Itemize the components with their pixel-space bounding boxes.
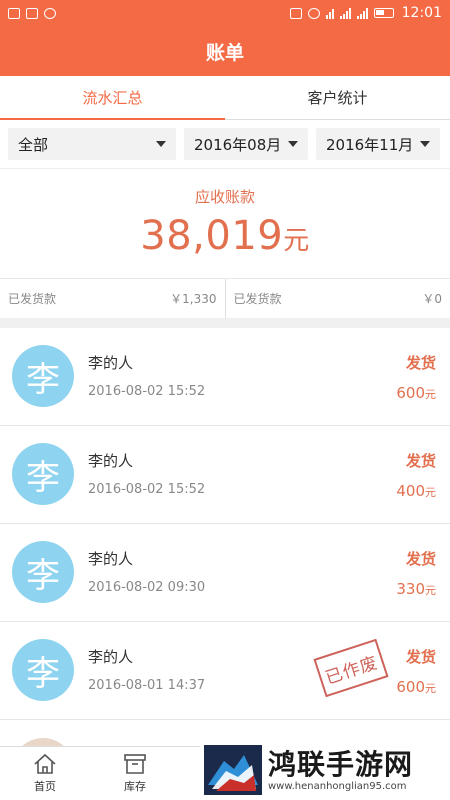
avatar: 李 [12,639,74,701]
nav-inventory-label: 库存 [124,780,146,793]
horse-logo-icon [204,745,262,795]
receivable-amount: 38,019元 [0,213,450,259]
end-month-select[interactable]: 2016年11月 [316,128,440,160]
avatar [12,738,74,746]
category-select[interactable]: 全部 [8,128,176,160]
start-month-select[interactable]: 2016年08月 [184,128,308,160]
list-item[interactable]: 李 李的人 2016-08-02 15:52 发货 400元 [0,426,450,524]
tab-flow-summary[interactable]: 流水汇总 [0,76,225,120]
record-amount-value: 600 [396,384,425,402]
record-time: 2016-08-02 15:52 [88,384,206,399]
watermark: 鸿联手游网 www.henanhonglian95.com [200,740,450,800]
record-amount-unit: 元 [425,584,436,597]
caret-down-icon [156,141,166,147]
record-amount-unit: 元 [425,682,436,695]
record-time: 2016-08-01 14:37 [88,678,206,693]
caret-down-icon [420,141,430,147]
notification-icon [44,7,56,19]
record-amount-value: 330 [396,580,425,598]
record-amount: 330元 [396,580,436,598]
avatar: 李 [12,443,74,505]
receivable-label: 应收账款 [194,188,255,206]
alarm-icon [307,7,320,19]
shipped-label: 已发货款 [8,292,57,306]
record-time: 2016-08-02 09:30 [88,580,206,595]
record-amount-value: 600 [396,678,425,696]
record-amount: 600元 [396,678,436,696]
mute-icon [289,7,302,19]
filter-bar: 全部 2016年08月 2016年11月 [0,120,450,168]
record-time: 2016-08-02 15:52 [88,482,206,497]
shipped-summary: 已发货款 ￥1,330 已发货款 ￥0 [0,278,450,318]
home-icon [34,753,56,774]
nav-inventory[interactable]: 库存 [90,747,180,800]
signal-icon [339,7,351,19]
list-item[interactable]: 李 李的人 2016-08-02 09:30 发货 330元 [0,524,450,622]
status-bar: 12:01 [0,0,450,26]
receivable-amount-value: 38,019 [140,213,284,259]
avatar: 李 [12,345,74,407]
record-amount-unit: 元 [425,486,436,499]
record-amount: 400元 [396,482,436,500]
battery-icon [373,8,394,18]
shipped-value: ￥1,330 [170,292,217,306]
record-status: 发货 [405,550,436,568]
watermark-title: 鸿联手游网 [268,747,414,781]
image-icon [26,7,38,19]
record-name: 李的人 [88,648,134,666]
void-stamp: 已作废 [313,638,389,698]
end-month-value: 2016年11月 [326,135,414,154]
list-item[interactable]: 李 李的人 2016-08-02 15:52 发货 600元 [0,328,450,426]
receivable-unit: 元 [283,226,310,256]
category-select-value: 全部 [18,135,49,154]
avatar: 李 [12,541,74,603]
page-title: 账单 [205,41,244,64]
tab-bar: 流水汇总 客户统计 [0,76,450,120]
record-status: 发货 [405,648,436,666]
nav-home-label: 首页 [34,780,56,793]
record-status: 发货 [405,452,436,470]
tab-customer-stats[interactable]: 客户统计 [225,76,450,119]
record-amount: 600元 [396,384,436,402]
shipped-cell: 已发货款 ￥1,330 [0,279,225,318]
record-status: 发货 [405,354,436,372]
record-amount-unit: 元 [425,388,436,401]
status-time: 12:01 [401,5,442,21]
shipped-value: ￥0 [422,292,442,306]
list-item[interactable]: 李 李的人 2016-08-01 14:37 已作废 发货 600元 [0,622,450,720]
record-name: 李的人 [88,550,134,568]
header: 账单 [0,26,450,76]
trash-icon [8,7,20,19]
receivable-summary: 应收账款 38,019元 [0,168,450,278]
watermark-url: www.henanhonglian95.com [268,780,407,792]
start-month-value: 2016年08月 [194,135,282,154]
caret-down-icon [288,141,298,147]
inventory-icon [124,754,146,774]
record-list: 李 李的人 2016-08-02 15:52 发货 600元 李 李的人 201… [0,328,450,746]
record-amount-value: 400 [396,482,425,500]
shipped-cell: 已发货款 ￥0 [224,279,450,318]
record-name: 李的人 [88,354,134,372]
record-name: 李的人 [88,452,134,470]
nav-home[interactable]: 首页 [0,747,90,800]
wifi-icon [325,8,334,19]
signal-icon-2 [356,7,368,19]
shipped-label: 已发货款 [233,292,282,306]
